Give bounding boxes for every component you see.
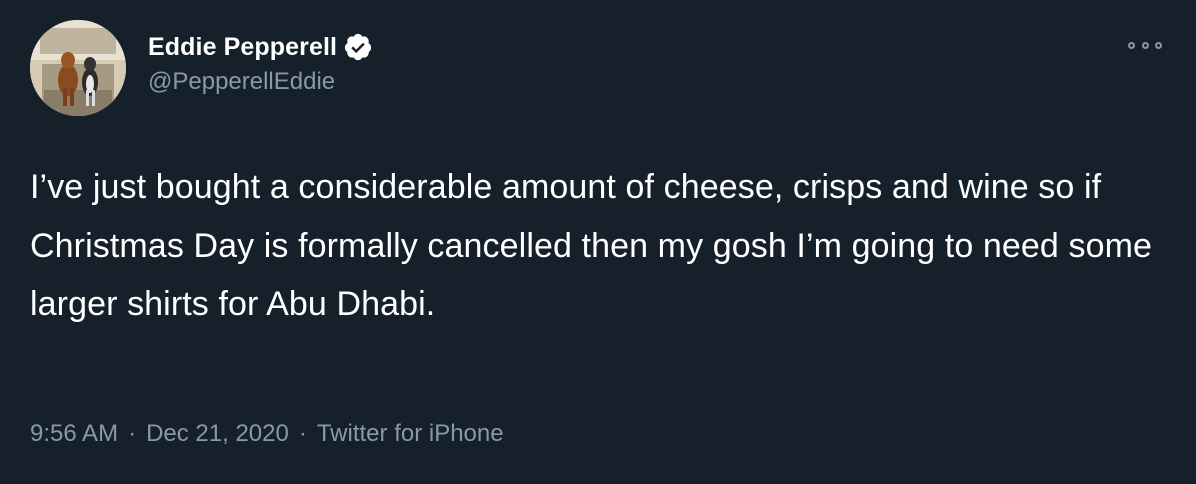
- tweet-date[interactable]: Dec 21, 2020: [146, 420, 289, 448]
- handle[interactable]: @PepperellEddie: [148, 68, 373, 96]
- tweet-time[interactable]: 9:56 AM: [30, 420, 118, 448]
- more-dot: [1141, 41, 1149, 49]
- tweet-source[interactable]: Twitter for iPhone: [317, 420, 504, 448]
- tweet-card: Eddie Pepperell @PepperellEddie I’ve jus…: [0, 0, 1196, 484]
- more-options-icon[interactable]: [1128, 36, 1162, 54]
- avatar-image: [30, 20, 126, 116]
- author-block: Eddie Pepperell @PepperellEddie: [148, 30, 373, 96]
- more-dot: [1155, 41, 1162, 49]
- meta-separator: ·: [298, 420, 307, 447]
- more-dot: [1128, 41, 1135, 49]
- tweet-text: I’ve just bought a considerable amount o…: [30, 168, 1153, 323]
- author-name-row: Eddie Pepperell: [148, 30, 373, 64]
- avatar[interactable]: [30, 20, 126, 116]
- meta-separator: ·: [128, 420, 137, 447]
- tweet-meta: 9:56 AM · Dec 21, 2020 · Twitter for iPh…: [30, 420, 504, 448]
- verified-badge-icon: [343, 32, 373, 62]
- display-name[interactable]: Eddie Pepperell: [148, 33, 337, 62]
